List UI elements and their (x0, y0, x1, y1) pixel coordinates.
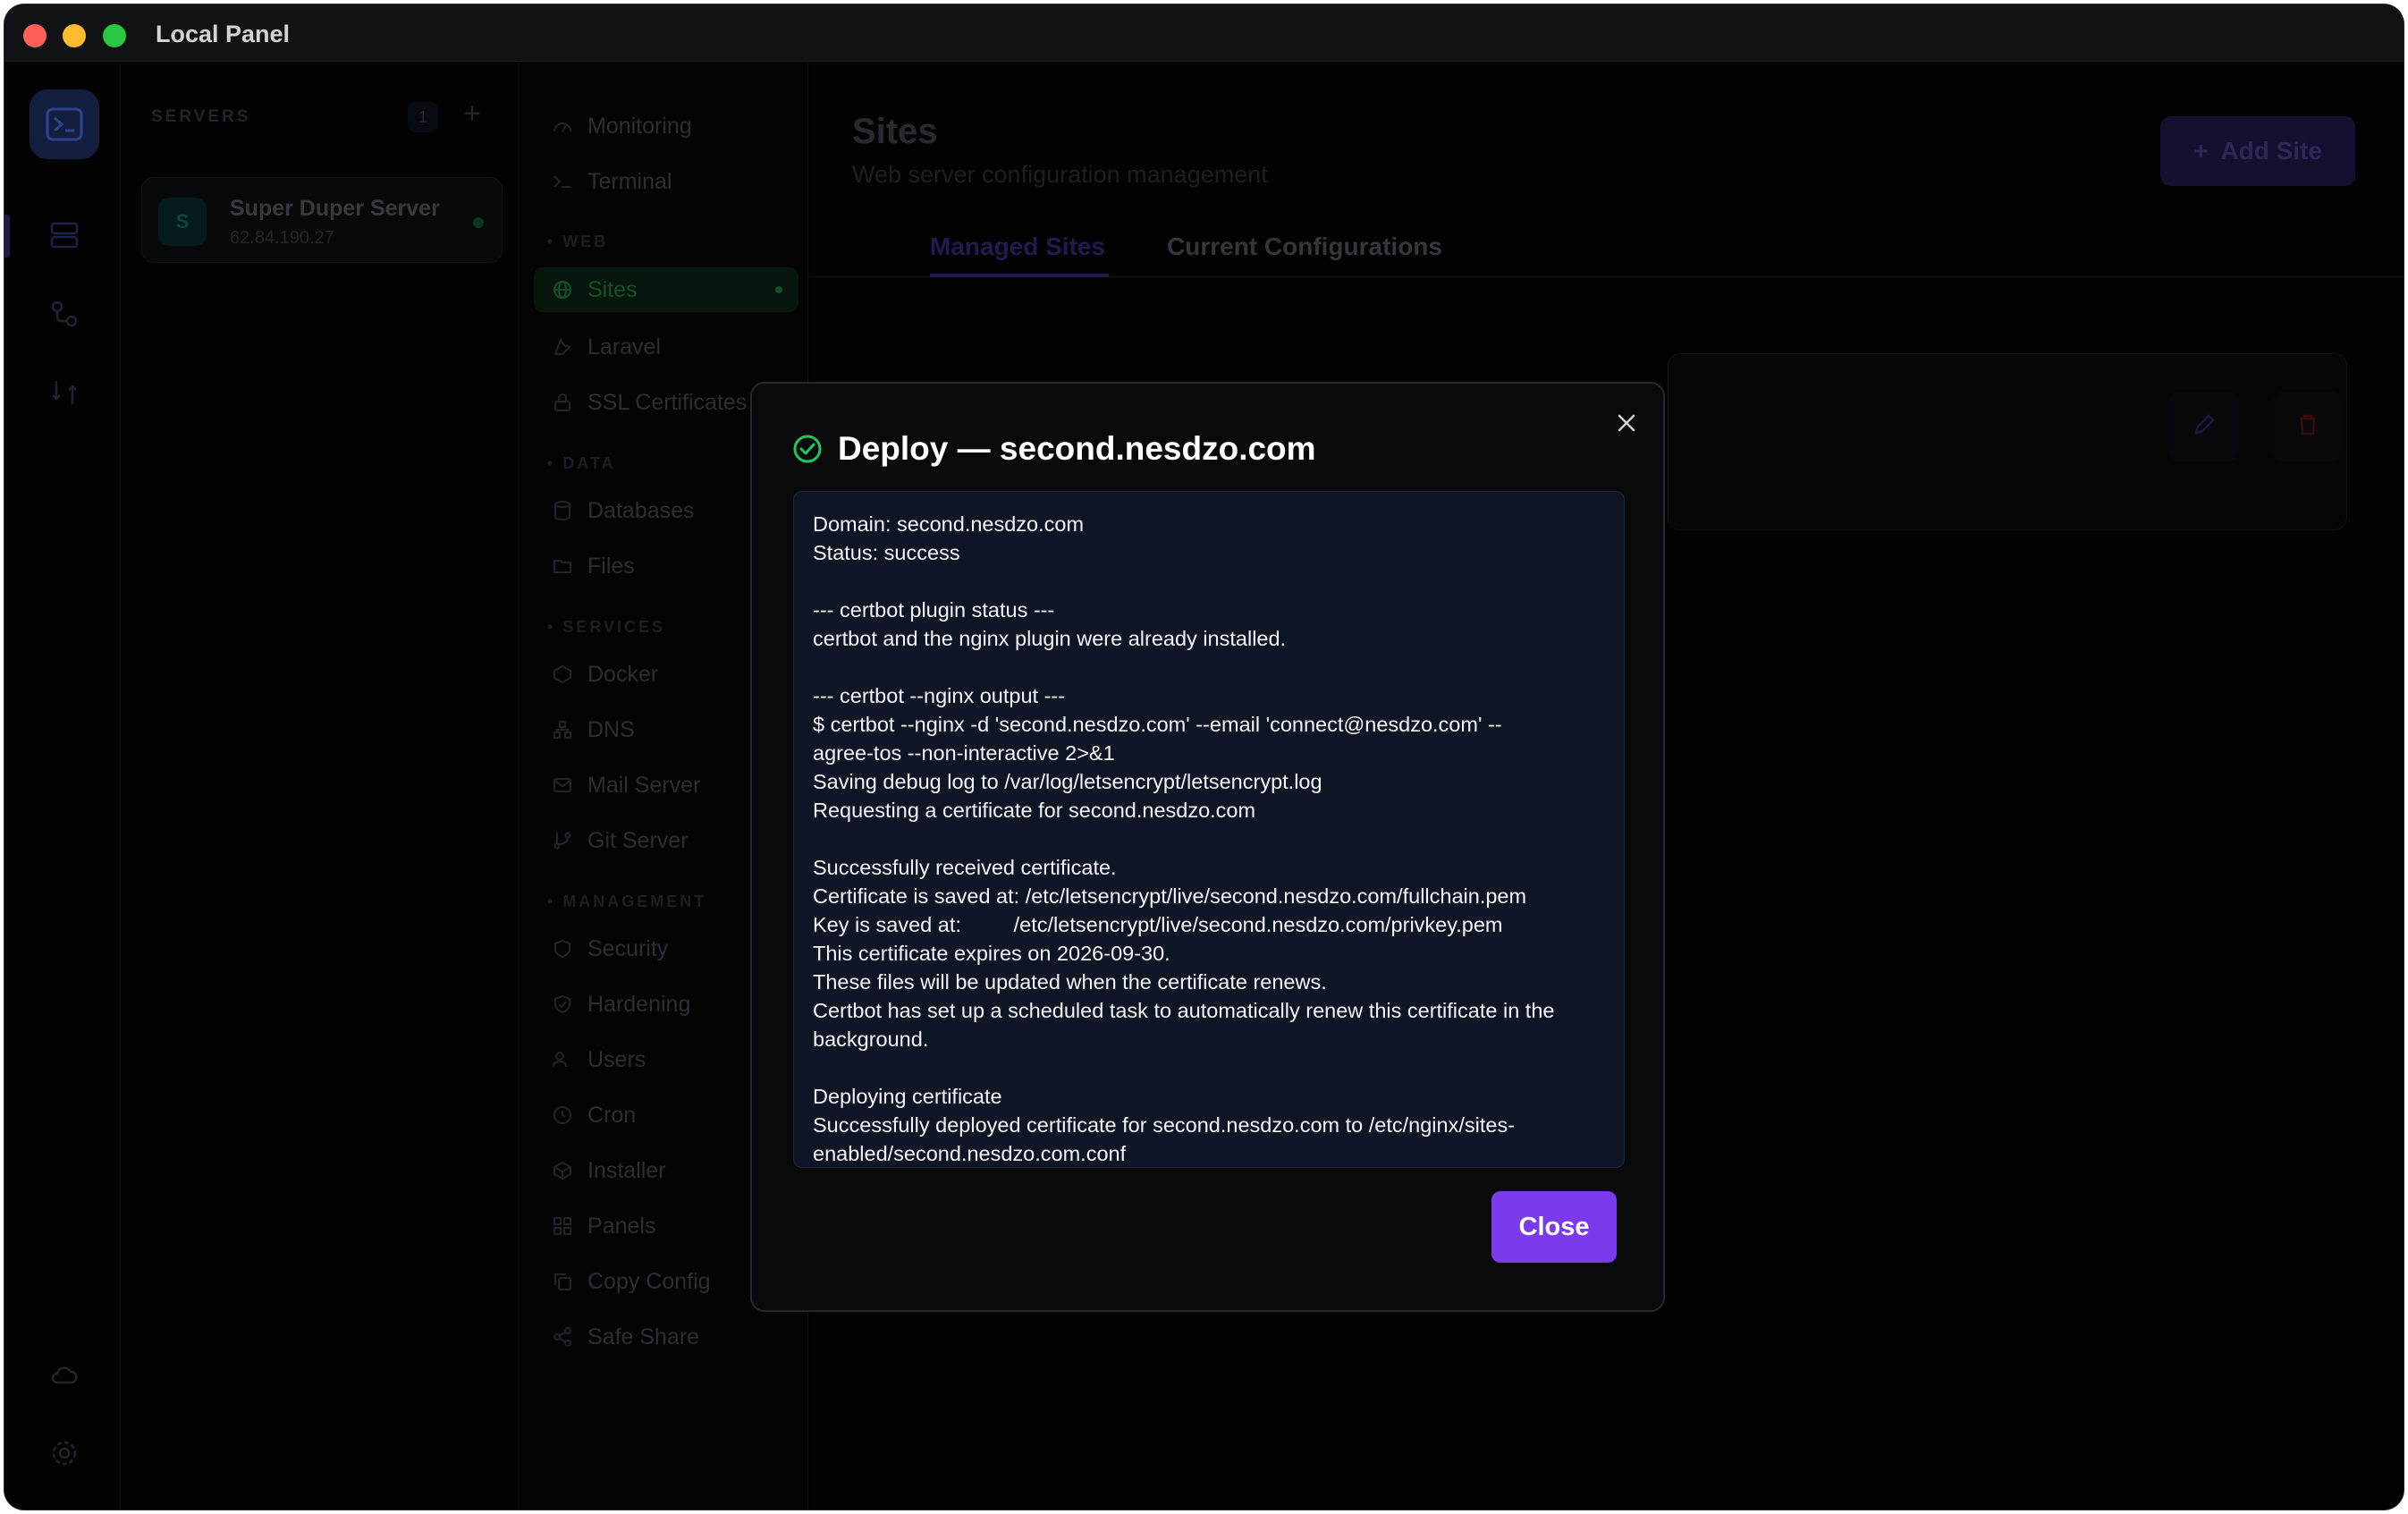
log-line: Successfully received certificate. (813, 856, 1117, 879)
log-line: Status: success (813, 541, 960, 564)
app-body: SERVERS 1 + S Super Duper Server 62.84.1… (4, 63, 2404, 1510)
log-line: Domain: second.nesdzo.com (813, 512, 1085, 536)
dialog-header: Deploy — second.nesdzo.com (791, 430, 1316, 468)
log-line: Requesting a certificate for second.nesd… (813, 799, 1256, 822)
minimize-window-button[interactable] (63, 24, 86, 47)
app-window: Local Panel SERVERS 1 + S Super Duper Se… (4, 4, 2404, 1510)
deploy-log-output[interactable]: Domain: second.nesdzo.com Status: succes… (793, 491, 1625, 1168)
title-bar: Local Panel (4, 4, 2404, 62)
log-line: Saving debug log to /var/log/letsencrypt… (813, 770, 1322, 793)
deploy-dialog: Deploy — second.nesdzo.com Domain: secon… (750, 382, 1665, 1312)
check-circle-icon (791, 433, 824, 465)
log-line: certbot and the nginx plugin were alread… (813, 627, 1287, 650)
log-line: $ certbot --nginx -d 'second.nesdzo.com'… (813, 713, 1502, 736)
log-line: agree-tos --non-interactive 2>&1 (813, 741, 1115, 765)
log-line: Certbot has set up a scheduled task to a… (813, 999, 1555, 1022)
log-line: --- certbot plugin status --- (813, 598, 1055, 622)
close-button[interactable]: Close (1491, 1191, 1617, 1263)
log-line: Deploying certificate (813, 1085, 1002, 1108)
log-line: This certificate expires on 2026-09-30. (813, 942, 1170, 965)
log-line: These files will be updated when the cer… (813, 970, 1327, 994)
window-title: Local Panel (156, 21, 291, 47)
close-window-button[interactable] (23, 24, 46, 47)
dialog-close-icon[interactable] (1610, 407, 1643, 439)
log-line: --- certbot --nginx output --- (813, 684, 1066, 707)
dialog-title: Deploy — second.nesdzo.com (838, 430, 1316, 467)
log-line: Key is saved at: /etc/letsencrypt/live/s… (813, 913, 1503, 936)
log-line: enabled/second.nesdzo.com.conf (813, 1142, 1127, 1165)
log-line: background. (813, 1028, 929, 1051)
log-line: Successfully deployed certificate for se… (813, 1113, 1516, 1137)
log-line: Certificate is saved at: /etc/letsencryp… (813, 884, 1527, 908)
maximize-window-button[interactable] (103, 24, 126, 47)
